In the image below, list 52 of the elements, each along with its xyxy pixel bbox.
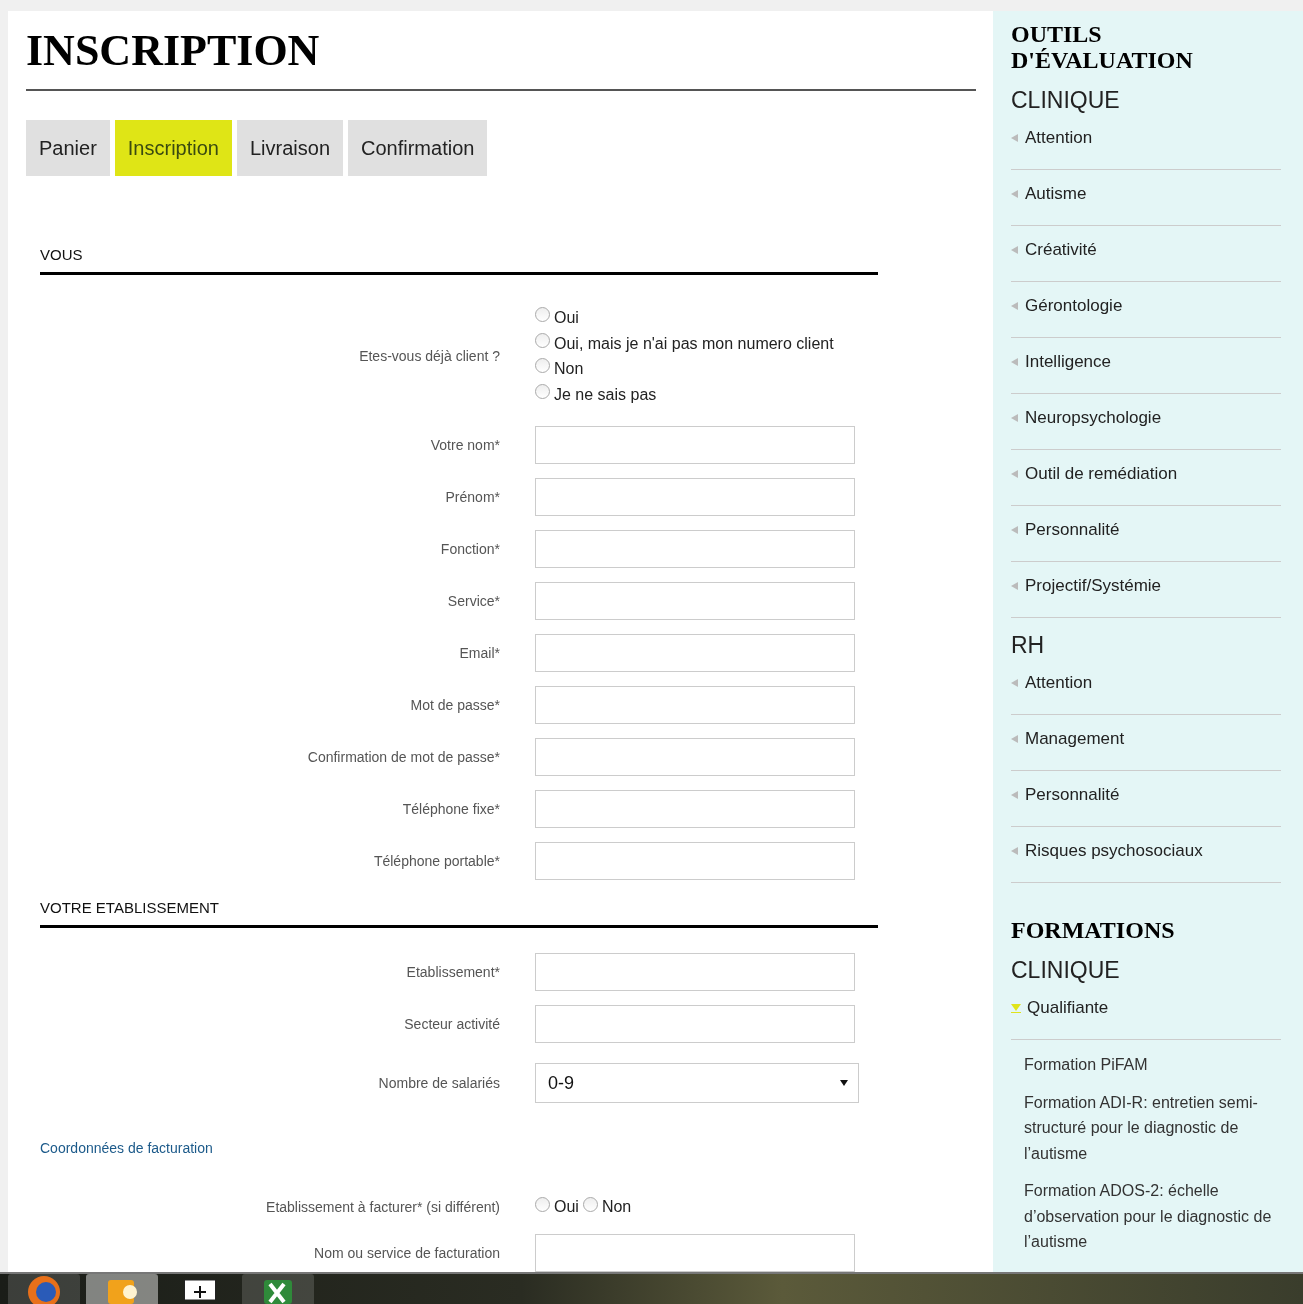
- menu-item[interactable]: Intelligence: [1011, 338, 1281, 394]
- category-title: CLINIQUE: [1011, 87, 1121, 114]
- menu-item[interactable]: Neuropsychologie: [1011, 394, 1281, 450]
- category-title: CLINIQUE: [1011, 957, 1121, 984]
- field-label: Mot de passe*: [409, 697, 500, 713]
- step-tab[interactable]: Inscription: [114, 120, 232, 176]
- radio-option[interactable]: Non: [535, 356, 878, 382]
- dropdown[interactable]: 0-9: [535, 1063, 859, 1103]
- field-label: Votre nom*: [429, 437, 500, 453]
- field-label: Etablissement à facturer* (si différent): [265, 1199, 500, 1215]
- radio-option[interactable]: Oui: [535, 1194, 579, 1220]
- step-tab[interactable]: Livraison: [236, 120, 343, 176]
- sidebar-heading: FORMATIONS: [1011, 917, 1176, 943]
- sidebar-heading: OUTILS D'ÉVALUATION: [1011, 21, 1194, 73]
- billing-link[interactable]: Coordonnées de facturation: [40, 1140, 213, 1156]
- field-label: Nombre de salariés: [377, 1075, 500, 1091]
- submenu-link[interactable]: Formation ADI-R: entretien semi-structuré pour le diagnostic de l’autisme: [1024, 1089, 1282, 1166]
- menu-item[interactable]: Attention: [1011, 114, 1281, 170]
- field-label: Secteur activité: [403, 1016, 500, 1032]
- menu-item[interactable]: Qualifiante: [1011, 984, 1281, 1040]
- menu-item[interactable]: Autisme: [1011, 170, 1281, 226]
- field-label: Service*: [446, 593, 500, 609]
- menu-item[interactable]: Personnalité: [1011, 771, 1281, 827]
- menu-item[interactable]: Outil de remédiation: [1011, 450, 1281, 506]
- category-title: RH: [1011, 632, 1046, 659]
- radio-option[interactable]: Oui: [535, 305, 878, 331]
- menu-item[interactable]: Risques psychosociaux: [1011, 827, 1281, 883]
- radio-option[interactable]: Oui, mais je n'ai pas mon numero client: [535, 330, 878, 356]
- menu-item[interactable]: Projectif/Systémie: [1011, 562, 1281, 618]
- radio-option[interactable]: Je ne sais pas: [535, 381, 878, 407]
- menu-item[interactable]: Management: [1011, 715, 1281, 771]
- field-label: Confirmation de mot de passe*: [306, 749, 500, 765]
- field-label: Prénom*: [444, 489, 500, 505]
- field-label: Etablissement*: [405, 964, 500, 980]
- submenu-link[interactable]: Formation PiFAM: [1024, 1052, 1282, 1078]
- menu-item[interactable]: Personnalité: [1011, 506, 1281, 562]
- menu-item[interactable]: Attention: [1011, 659, 1281, 715]
- menu-item[interactable]: Créativité: [1011, 226, 1281, 282]
- field-label: Téléphone fixe*: [401, 801, 500, 817]
- step-tab[interactable]: Panier: [26, 120, 110, 176]
- field-label: Etes-vous déjà client ?: [358, 348, 500, 364]
- section-heading: VOTRE ETABLISSEMENT: [40, 899, 878, 928]
- step-tab[interactable]: Confirmation: [348, 120, 488, 176]
- menu-item[interactable]: Gérontologie: [1011, 282, 1281, 338]
- field-label: Email*: [458, 645, 500, 661]
- section-heading: VOUS: [40, 246, 878, 275]
- radio-option[interactable]: Non: [582, 1194, 632, 1220]
- field-label: Fonction*: [439, 541, 500, 557]
- field-label: Nom ou service de facturation: [313, 1245, 500, 1261]
- page-title: INSCRIPTION: [26, 25, 976, 91]
- submenu-link[interactable]: Formation ADOS-2: échelle d’observation pour le diagnostic de l’autisme: [1024, 1178, 1282, 1255]
- field-label: Téléphone portable*: [372, 853, 500, 869]
